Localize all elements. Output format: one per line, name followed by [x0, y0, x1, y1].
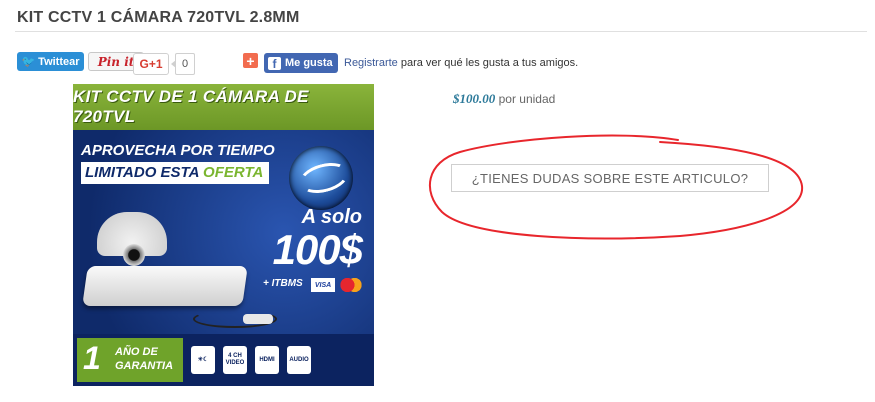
twitter-tweet-button[interactable]: 🐦 Twittear	[17, 52, 84, 71]
facebook-register-text: para ver qué les gusta a tus amigos.	[400, 57, 579, 69]
facebook-register-prompt: Registrarte para ver qué les gusta a tus…	[344, 57, 578, 69]
visa-card-icon: VISA	[311, 278, 335, 292]
ask-question-button[interactable]: ¿TIENES DUDAS SOBRE ESTE ARTICULO?	[451, 164, 769, 192]
promo-offer-highlight: OFERTA	[203, 164, 264, 181]
twitter-bird-icon: 🐦	[21, 56, 36, 68]
facebook-like-button[interactable]: f Me gusta	[264, 53, 338, 73]
promo-price: 100$	[272, 226, 363, 273]
night-vision-icon: ☀☾	[191, 346, 215, 374]
product-image[interactable]: KIT CCTV DE 1 CÁMARA DE 720TVL APROVECHA…	[73, 84, 374, 386]
add-share-button[interactable]: +	[243, 53, 258, 68]
facebook-like-label: Me gusta	[285, 57, 333, 69]
google-plus-count: 0	[171, 53, 195, 75]
twitter-label: Twittear	[38, 55, 80, 68]
warranty-text: AÑO DE GARANTIA	[115, 346, 174, 372]
facebook-icon: f	[268, 56, 281, 70]
camera-lens-icon	[123, 244, 145, 266]
facebook-register-link[interactable]: Registrarte	[344, 57, 398, 69]
connector-image	[243, 314, 273, 324]
hdmi-icon: HDMI	[255, 346, 279, 374]
product-price: $100.00 por unidad	[453, 91, 555, 107]
price-value: $100.00	[453, 91, 496, 106]
product-title: KIT CCTV 1 CÁMARA 720TVL 2.8MM	[17, 9, 300, 26]
promo-offer-line1: APROVECHA POR TIEMPO	[81, 142, 275, 159]
mastercard-icon	[339, 277, 363, 293]
warranty-number: 1	[83, 340, 101, 376]
four-channel-video-icon: 4 CH VIDEO	[223, 346, 247, 374]
promo-header-text: KIT CCTV DE 1 CÁMARA DE 720TVL	[73, 87, 309, 126]
dvr-device-image	[82, 266, 248, 306]
google-plus-one-button[interactable]: G+1	[133, 53, 169, 75]
title-divider	[15, 31, 867, 32]
audio-icon: AUDIO	[287, 346, 311, 374]
price-unit: por unidad	[498, 92, 556, 106]
promo-offer-line2: LIMITADO ESTA OFERTA	[85, 164, 264, 181]
promo-tax-text: + ITBMS	[263, 278, 303, 289]
